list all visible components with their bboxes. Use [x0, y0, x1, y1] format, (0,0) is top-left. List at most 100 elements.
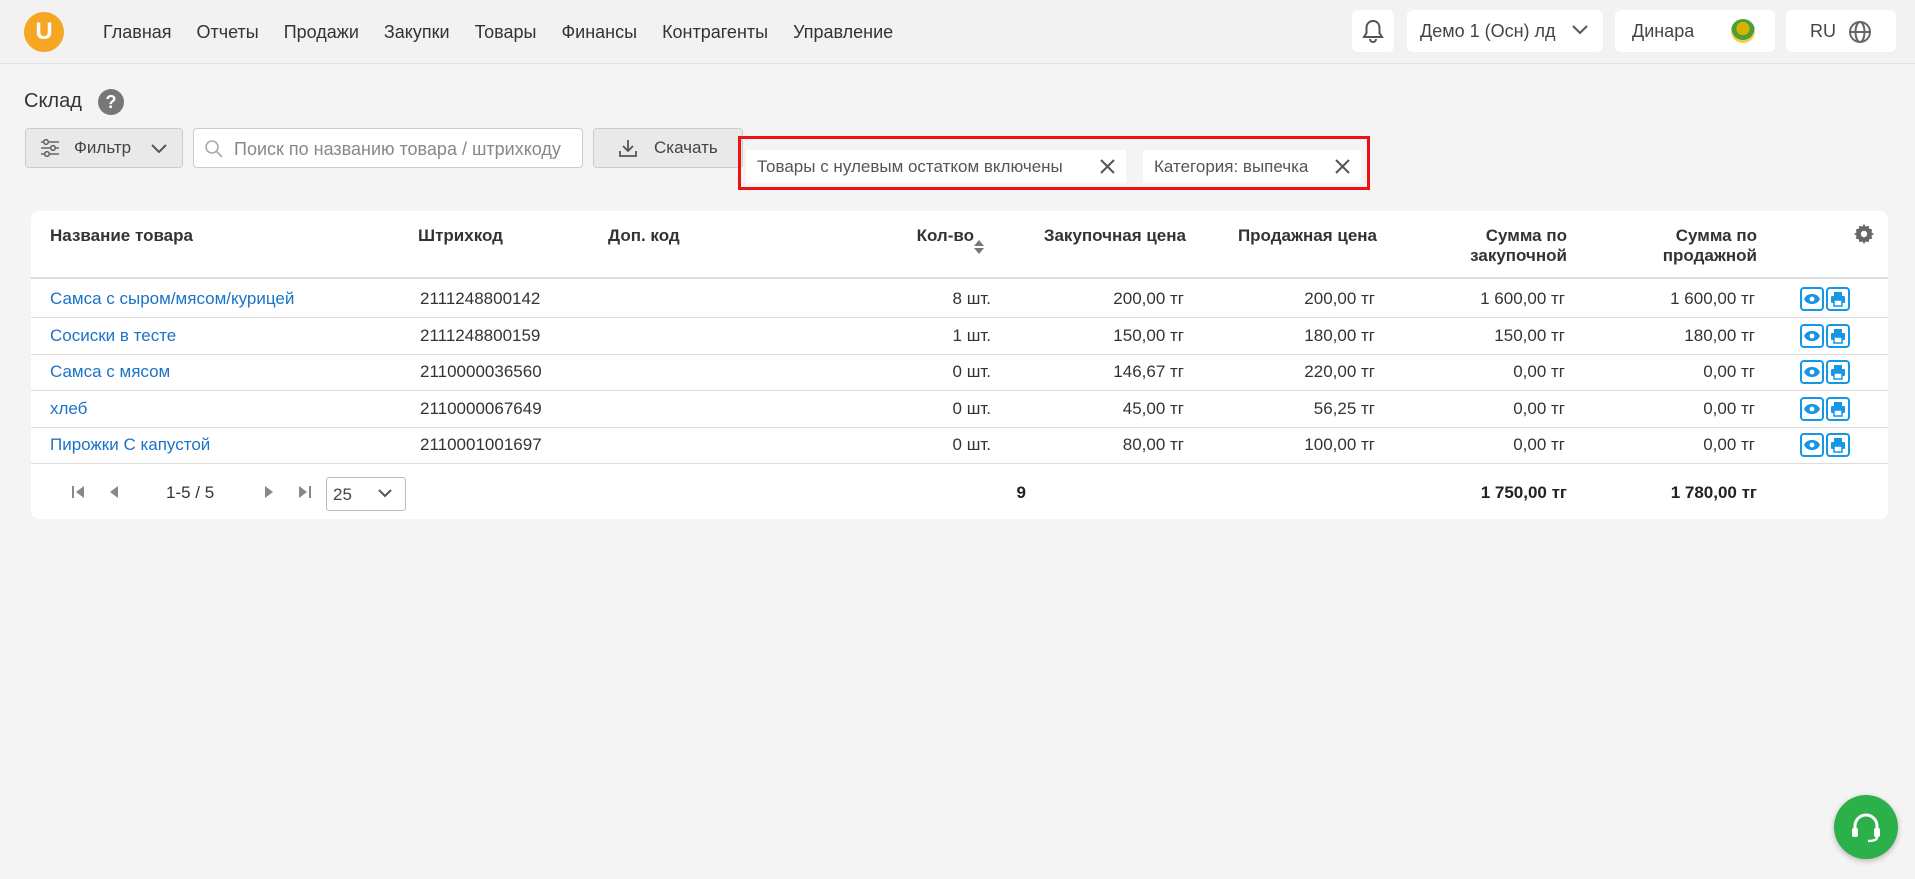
header-qty[interactable]: Кол-во — [851, 226, 974, 246]
download-label: Скачать — [654, 138, 718, 157]
cell-sale-price: 200,00 тг — [1304, 289, 1375, 308]
cell-sum-purchase: 0,00 тг — [1513, 398, 1565, 418]
avatar — [1731, 19, 1755, 43]
cell-purchase-price: 146,67 тг — [1113, 362, 1184, 382]
cell-barcode: 2110000036560 — [420, 362, 542, 382]
nav-item-home[interactable]: Главная — [103, 22, 172, 43]
view-button[interactable] — [1800, 396, 1824, 421]
chevron-down-icon — [378, 489, 392, 498]
user-menu[interactable]: Динара — [1615, 10, 1775, 52]
cell-purchase-price: 200,00 тг — [1113, 289, 1184, 308]
next-page-icon[interactable] — [263, 485, 275, 499]
nav-item-finance[interactable]: Финансы — [561, 22, 637, 43]
gear-icon[interactable] — [1854, 224, 1874, 244]
view-button[interactable] — [1800, 323, 1824, 348]
eye-icon — [1804, 294, 1820, 304]
cell-barcode: 2111248800159 — [420, 325, 541, 345]
print-button[interactable] — [1826, 360, 1850, 385]
nav-item-products[interactable]: Товары — [475, 22, 537, 43]
search-box — [193, 128, 583, 168]
header-name[interactable]: Название товара — [50, 226, 193, 246]
cell-sale-price: 56,25 тг — [1313, 398, 1375, 418]
print-button[interactable] — [1826, 287, 1850, 311]
close-icon[interactable] — [1099, 158, 1116, 175]
print-button[interactable] — [1826, 433, 1850, 458]
help-icon[interactable]: ? — [98, 89, 124, 115]
print-icon — [1831, 365, 1845, 380]
view-button[interactable] — [1800, 433, 1824, 458]
nav-item-purchases[interactable]: Закупки — [384, 22, 450, 43]
help-glyph: ? — [105, 91, 117, 112]
sort-icon[interactable] — [973, 239, 985, 255]
header-extra-code[interactable]: Доп. код — [608, 226, 680, 246]
page-size-value: 25 — [333, 485, 352, 504]
download-button[interactable]: Скачать — [593, 128, 743, 168]
print-icon — [1831, 438, 1845, 454]
filter-chip-category: Категория: выпечка — [1143, 150, 1361, 183]
cell-name[interactable]: Сосиски в тесте — [50, 326, 390, 346]
header-sum-sale[interactable]: Сумма по продажной — [1601, 226, 1757, 266]
view-button[interactable] — [1800, 360, 1824, 385]
notifications-button[interactable] — [1352, 10, 1394, 52]
header-sum-purchase-line2: закупочной — [1470, 246, 1567, 265]
cell-name[interactable]: Самса с мясом — [50, 362, 390, 382]
table-header: Название товара Штрихкод Доп. код Кол-во… — [31, 211, 1888, 279]
header-sale-price[interactable]: Продажная цена — [1211, 226, 1377, 246]
support-chat-button[interactable] — [1834, 795, 1898, 859]
headset-icon — [1852, 813, 1880, 843]
header-sum-purchase[interactable]: Сумма по закупочной — [1411, 226, 1567, 266]
language-selector[interactable]: RU — [1786, 10, 1896, 52]
search-input[interactable] — [234, 135, 574, 163]
total-sale-sum: 1 780,00 тг — [1670, 483, 1757, 502]
cell-sum-sale: 1 600,00 тг — [1670, 289, 1755, 308]
row-actions — [1800, 433, 1850, 458]
main-nav: Главная Отчеты Продажи Закупки Товары Фи… — [103, 22, 918, 43]
cell-qty: 8 шт. — [952, 289, 991, 308]
eye-icon — [1804, 440, 1820, 451]
cell-barcode: 2111248800142 — [420, 289, 541, 308]
filter-chip-label: Товары с нулевым остатком включены — [757, 156, 1063, 176]
cell-sum-purchase: 1 600,00 тг — [1480, 289, 1565, 308]
total-qty: 9 — [1016, 483, 1026, 502]
filter-chip-zero-stock: Товары с нулевым остатком включены — [746, 150, 1126, 183]
app-logo[interactable]: U — [24, 12, 64, 52]
total-purchase-sum: 1 750,00 тг — [1480, 483, 1567, 502]
close-icon[interactable] — [1334, 158, 1351, 175]
top-navbar: U Главная Отчеты Продажи Закупки Товары … — [0, 0, 1915, 64]
filter-button[interactable]: Фильтр — [25, 128, 183, 168]
print-button[interactable] — [1826, 323, 1850, 348]
first-page-icon[interactable] — [71, 485, 85, 499]
table-row: Пирожки С капустой 2110001001697 0 шт. 80,0… — [31, 427, 1888, 465]
nav-item-management[interactable]: Управление — [793, 22, 893, 43]
header-barcode[interactable]: Штрихкод — [418, 226, 503, 246]
table-footer: 1-5 / 5 25 9 1 750,00 тг 1 780,00 тг — [31, 473, 1888, 513]
prev-page-icon[interactable] — [108, 485, 120, 499]
cell-barcode: 2110001001697 — [420, 435, 542, 455]
page-size-select[interactable]: 25 — [326, 477, 406, 511]
cell-sum-purchase: 0,00 тг — [1513, 362, 1565, 382]
view-button[interactable] — [1800, 287, 1824, 311]
cell-barcode: 2110000067649 — [420, 398, 542, 418]
filter-chip-label: Категория: выпечка — [1154, 156, 1309, 176]
active-filters: Товары с нулевым остатком включены Катег… — [738, 136, 1370, 190]
last-page-icon[interactable] — [298, 485, 312, 499]
eye-icon — [1804, 403, 1820, 414]
cell-name[interactable]: Пирожки С капустой — [50, 435, 390, 455]
cell-name[interactable]: хлеб — [50, 399, 390, 419]
page-title: Склад — [24, 90, 82, 112]
nav-item-sales[interactable]: Продажи — [284, 22, 359, 43]
language-code: RU — [1810, 20, 1836, 41]
header-purchase-price[interactable]: Закупочная цена — [1031, 226, 1186, 246]
company-selector[interactable]: Демо 1 (Осн) лд — [1407, 10, 1603, 52]
bell-icon — [1362, 19, 1384, 43]
nav-item-reports[interactable]: Отчеты — [197, 22, 259, 43]
print-button[interactable] — [1826, 396, 1850, 421]
cell-qty: 0 шт. — [952, 398, 991, 418]
table-row: хлеб 2110000067649 0 шт. 45,00 тг 56,25 тг 0,… — [31, 391, 1888, 428]
row-actions — [1800, 287, 1850, 311]
table-row: Самса с мясом 2110000036560 0 шт. 146,67 тг… — [31, 354, 1888, 392]
row-actions — [1800, 360, 1850, 385]
cell-name[interactable]: Самса с сыром/мясом/курицей — [50, 289, 390, 309]
row-actions — [1800, 396, 1850, 421]
nav-item-contractors[interactable]: Контрагенты — [662, 22, 768, 43]
